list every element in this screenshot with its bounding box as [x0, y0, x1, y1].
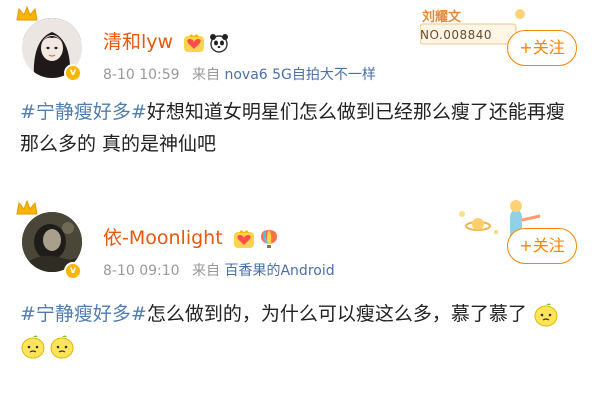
post-source[interactable]: nova6 5G自拍大不一样 — [224, 67, 375, 83]
username-text[interactable]: 依-Moonlight — [103, 227, 223, 249]
verified-badge-icon: v — [64, 262, 82, 280]
weibo-post: v 清和lyw 8-10 10:59 来自 nova6 5G自拍大不一样 刘耀文… — [0, 0, 595, 190]
lemon-face-icon — [534, 303, 558, 326]
username[interactable]: 依-Moonlight — [103, 223, 280, 250]
post-timestamp: 8-10 10:59 — [103, 67, 180, 83]
post-timestamp: 8-10 09:10 — [103, 263, 180, 279]
lemon-face-icon — [50, 335, 74, 358]
user-badges — [183, 33, 230, 53]
hot-air-balloon-icon — [260, 229, 277, 248]
post-meta: 8-10 09:10 来自 百香果的Android — [103, 260, 335, 280]
post-content: #宁静瘦好多#好想知道女明星们怎么做到已经那么瘦了还能再瘦那么多的 真的是神仙吧 — [20, 96, 580, 160]
hashtag-link[interactable]: #宁静瘦好多# — [20, 303, 147, 325]
post-text: 怎么做到的，为什么可以瘦这么多，慕了慕了 — [146, 303, 527, 325]
lemon-face-icon — [21, 335, 45, 358]
verified-badge-icon: v — [64, 64, 82, 82]
follow-button[interactable]: +关注 — [507, 30, 577, 66]
source-prefix: 来自 — [192, 263, 221, 279]
crown-heart-icon — [233, 229, 254, 248]
username[interactable]: 清和lyw — [103, 27, 230, 54]
post-content: #宁静瘦好多#怎么做到的，为什么可以瘦这么多，慕了慕了 — [20, 298, 580, 362]
crown-icon — [16, 6, 38, 21]
fan-card-name: 刘耀文 — [422, 10, 462, 25]
fan-card-stamp: 刘耀文 NO.008840 — [420, 6, 525, 52]
weibo-post: v 依-Moonlight 8-10 09:10 来自 百香果的Android — [0, 190, 595, 405]
panda-icon — [210, 33, 229, 53]
username-text[interactable]: 清和lyw — [103, 31, 173, 53]
source-prefix: 来自 — [192, 67, 221, 83]
user-badges — [233, 229, 280, 249]
follow-button[interactable]: +关注 — [507, 228, 577, 264]
post-source[interactable]: 百香果的Android — [224, 263, 334, 279]
fan-card-number: NO.008840 — [420, 28, 493, 42]
crown-heart-icon — [184, 33, 205, 52]
post-meta: 8-10 10:59 来自 nova6 5G自拍大不一样 — [103, 64, 376, 84]
hashtag-link[interactable]: #宁静瘦好多# — [20, 101, 147, 123]
crown-icon — [16, 200, 38, 215]
